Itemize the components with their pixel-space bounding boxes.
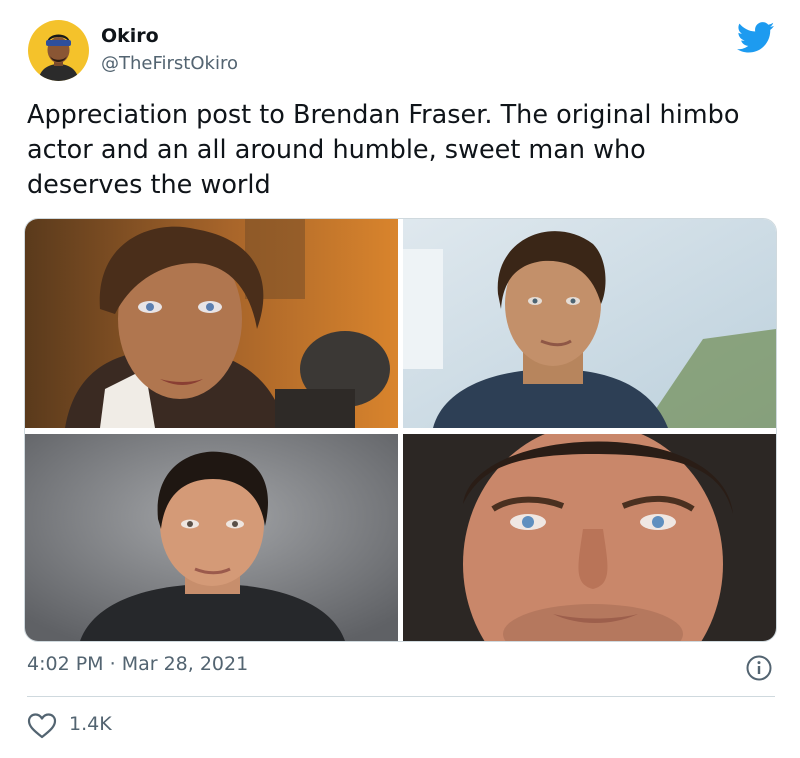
photo-young-actor-blue-jacket[interactable] bbox=[403, 219, 776, 428]
photo-actor-closeup[interactable] bbox=[403, 434, 776, 641]
tweet-time: 4:02 PM bbox=[27, 653, 104, 675]
avatar[interactable] bbox=[28, 20, 89, 81]
author-name[interactable]: Okiro bbox=[101, 25, 159, 47]
tweet-text: Appreciation post to Brendan Fraser. The… bbox=[27, 100, 740, 200]
photo-young-actor-with-revolver[interactable] bbox=[25, 219, 398, 428]
heart-icon[interactable] bbox=[27, 712, 57, 740]
author-handle[interactable]: @TheFirstOkiro bbox=[101, 53, 238, 74]
divider bbox=[27, 696, 775, 697]
avatar-image bbox=[28, 20, 89, 81]
like-count[interactable]: 1.4K bbox=[69, 713, 112, 735]
timestamp-separator: · bbox=[109, 653, 116, 675]
tweet-date: Mar 28, 2021 bbox=[121, 653, 249, 675]
twitter-bird-icon[interactable] bbox=[736, 22, 775, 53]
tweet-timestamp[interactable]: 4:02 PM · Mar 28, 2021 bbox=[27, 653, 248, 675]
info-icon[interactable] bbox=[745, 654, 773, 682]
photo-grid bbox=[24, 218, 777, 642]
photo-actor-grey-background[interactable] bbox=[25, 434, 398, 641]
